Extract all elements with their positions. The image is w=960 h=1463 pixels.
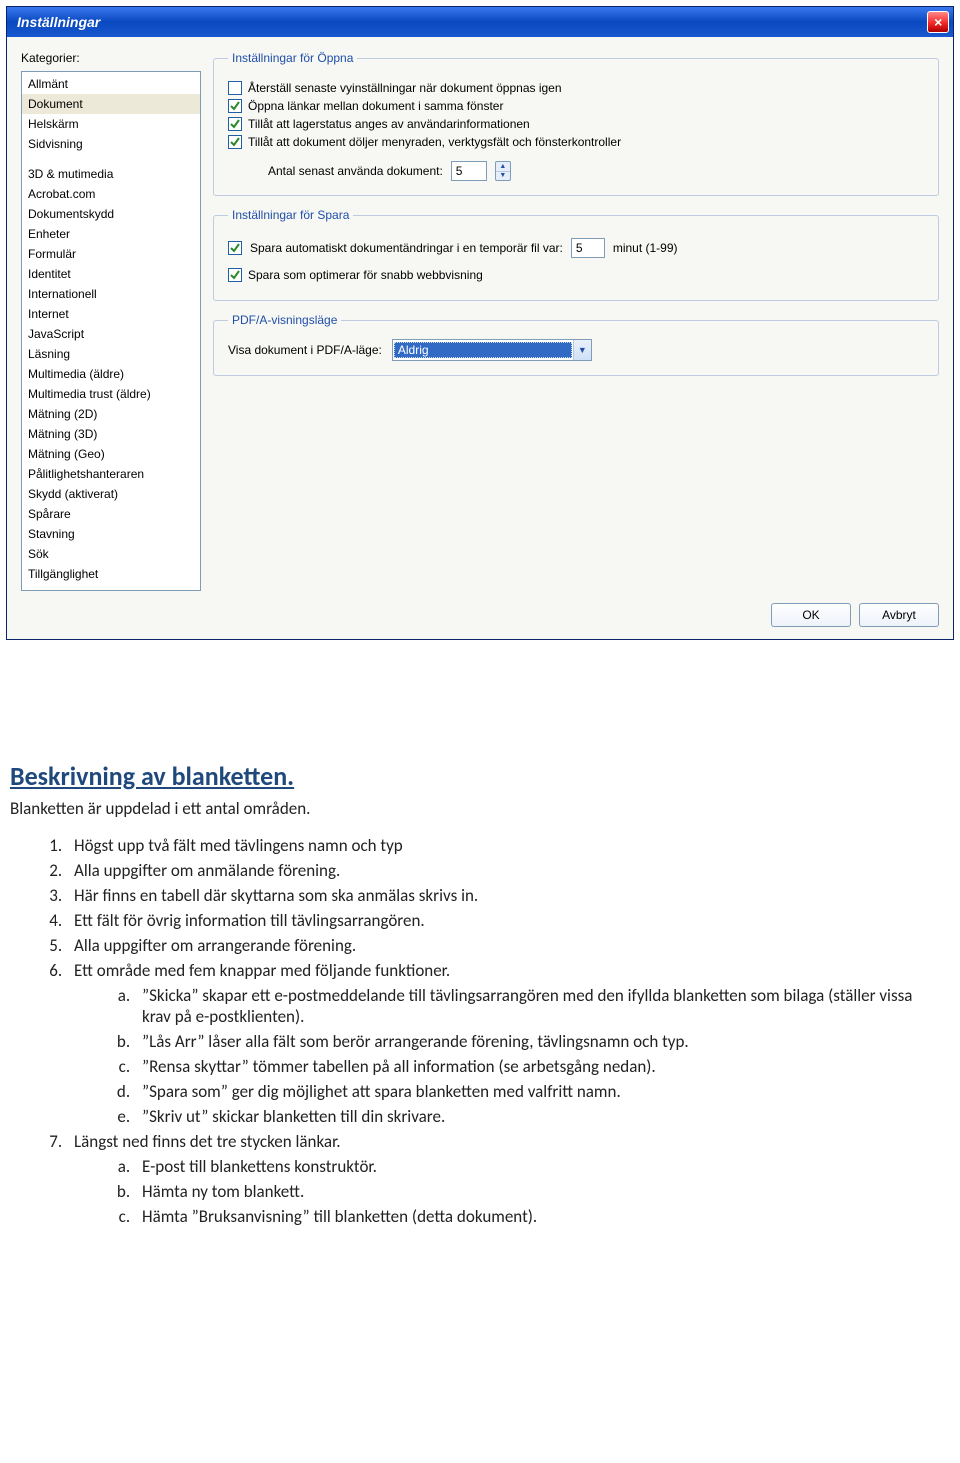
doc-sublist-item: ”Skriv ut” skickar blanketten till din s…	[134, 1106, 940, 1127]
doc-list-item: Alla uppgifter om anmälande förening.	[66, 860, 940, 881]
spinner-down-icon[interactable]: ▼	[496, 172, 510, 181]
list-separator	[22, 154, 200, 164]
autosave-unit-label: minut (1-99)	[613, 241, 678, 255]
doc-intro: Blanketten är uppdelad i ett antal områd…	[10, 798, 940, 819]
hide-menubar-checkbox[interactable]	[228, 135, 242, 149]
restore-view-checkbox[interactable]	[228, 81, 242, 95]
sidebar: Kategorier: AllmäntDokumentHelskärmSidvi…	[21, 51, 201, 591]
spinner-up-icon[interactable]: ▲	[496, 162, 510, 172]
category-item[interactable]: JavaScript	[22, 324, 200, 344]
save-settings-group: Inställningar för Spara Spara automatisk…	[213, 208, 939, 301]
doc-sublist-item: ”Lås Arr” låser alla fält som berör arra…	[134, 1031, 940, 1052]
cancel-button[interactable]: Avbryt	[859, 603, 939, 627]
doc-list-item: Alla uppgifter om arrangerande förening.	[66, 935, 940, 956]
category-item[interactable]: Acrobat.com	[22, 184, 200, 204]
category-item[interactable]: Internationell	[22, 284, 200, 304]
doc-list-item: Ett område med fem knappar med följande …	[66, 960, 940, 1127]
recent-docs-spinner[interactable]: ▲ ▼	[495, 161, 511, 181]
autosave-checkbox[interactable]	[228, 241, 242, 255]
ok-button[interactable]: OK	[771, 603, 851, 627]
category-item[interactable]: Helskärm	[22, 114, 200, 134]
category-item[interactable]: Pålitlighetshanteraren	[22, 464, 200, 484]
category-item[interactable]: Sök	[22, 544, 200, 564]
open-links-checkbox[interactable]	[228, 99, 242, 113]
open-links-row: Öppna länkar mellan dokument i samma fön…	[228, 99, 924, 113]
category-item[interactable]: Skydd (aktiverat)	[22, 484, 200, 504]
doc-list-item: Högst upp två fält med tävlingens namn o…	[66, 835, 940, 856]
document-body: Beskrivning av blanketten. Blanketten är…	[0, 640, 960, 1251]
category-item[interactable]: Dokumentskydd	[22, 204, 200, 224]
chevron-down-icon: ▼	[573, 340, 591, 360]
layer-status-row: Tillåt att lagerstatus anges av användar…	[228, 117, 924, 131]
doc-sublist-item: E-post till blankettens konstruktör.	[134, 1156, 940, 1177]
close-button[interactable]: ×	[927, 11, 949, 33]
category-item[interactable]: Identitet	[22, 264, 200, 284]
category-item[interactable]: Stavning	[22, 524, 200, 544]
category-item[interactable]: Mätning (2D)	[22, 404, 200, 424]
doc-sublist-item: ”Skicka” skapar ett e-postmeddelande til…	[134, 985, 940, 1027]
doc-sublist-item: ”Spara som” ger dig möjlighet att spara …	[134, 1081, 940, 1102]
open-links-label: Öppna länkar mellan dokument i samma fön…	[248, 99, 503, 113]
fast-web-row: Spara som optimerar för snabb webbvisnin…	[228, 268, 924, 282]
open-group-legend: Inställningar för Öppna	[228, 51, 357, 65]
category-item[interactable]: Allmänt	[22, 74, 200, 94]
open-settings-group: Inställningar för Öppna Återställ senast…	[213, 51, 939, 196]
window-title: Inställningar	[17, 14, 100, 30]
category-item[interactable]: Mätning (3D)	[22, 424, 200, 444]
layer-status-label: Tillåt att lagerstatus anges av användar…	[248, 117, 530, 131]
pdfa-group-legend: PDF/A-visningsläge	[228, 313, 341, 327]
category-item[interactable]: Internet	[22, 304, 200, 324]
category-item[interactable]: Läsning	[22, 344, 200, 364]
category-item[interactable]: Mätning (Geo)	[22, 444, 200, 464]
doc-list-item: Här finns en tabell där skyttarna som sk…	[66, 885, 940, 906]
hide-menubar-row: Tillåt att dokument döljer menyraden, ve…	[228, 135, 924, 149]
close-icon: ×	[934, 14, 942, 30]
doc-list-item: Ett fält för övrig information till tävl…	[66, 910, 940, 931]
settings-panel: Inställningar för Öppna Återställ senast…	[213, 51, 939, 591]
doc-sublist-item: Hämta ny tom blankett.	[134, 1181, 940, 1202]
restore-view-row: Återställ senaste vyinställningar när do…	[228, 81, 924, 95]
window-body: Kategorier: AllmäntDokumentHelskärmSidvi…	[7, 37, 953, 639]
doc-sublist-item: Hämta ”Bruksanvisning” till blanketten (…	[134, 1206, 940, 1227]
category-item[interactable]: Tillgänglighet	[22, 564, 200, 584]
save-group-legend: Inställningar för Spara	[228, 208, 353, 222]
category-item[interactable]: Formulär	[22, 244, 200, 264]
fast-web-label: Spara som optimerar för snabb webbvisnin…	[248, 268, 483, 282]
category-item[interactable]: Enheter	[22, 224, 200, 244]
dialog-buttons: OK Avbryt	[21, 603, 939, 627]
pdfa-mode-select[interactable]: Aldrig ▼	[392, 339, 592, 361]
doc-sublist: E-post till blankettens konstruktör. Hämt…	[74, 1156, 940, 1227]
pdfa-mode-label: Visa dokument i PDF/A-läge:	[228, 343, 382, 357]
category-item[interactable]: Sidvisning	[22, 134, 200, 154]
autosave-label: Spara automatiskt dokumentändringar i en…	[250, 241, 563, 255]
titlebar: Inställningar ×	[7, 7, 953, 37]
pdfa-mode-value: Aldrig	[394, 342, 572, 358]
doc-sublist-item: ”Rensa skyttar” tömmer tabellen på all i…	[134, 1056, 940, 1077]
autosave-row: Spara automatiskt dokumentändringar i en…	[228, 238, 924, 258]
settings-window: Inställningar × Kategorier: AllmäntDokum…	[6, 6, 954, 640]
category-item[interactable]: 3D & mutimedia	[22, 164, 200, 184]
category-item[interactable]: Multimedia trust (äldre)	[22, 384, 200, 404]
hide-menubar-label: Tillåt att dokument döljer menyraden, ve…	[248, 135, 621, 149]
category-item[interactable]: Dokument	[22, 94, 200, 114]
categories-label: Kategorier:	[21, 51, 201, 65]
autosave-minutes-input[interactable]	[571, 238, 605, 258]
layer-status-checkbox[interactable]	[228, 117, 242, 131]
recent-docs-input[interactable]	[451, 161, 487, 181]
categories-listbox[interactable]: AllmäntDokumentHelskärmSidvisning 3D & mu…	[21, 71, 201, 591]
category-item[interactable]: Spårare	[22, 504, 200, 524]
recent-docs-label: Antal senast använda dokument:	[268, 164, 443, 178]
recent-docs-row: Antal senast använda dokument: ▲ ▼	[268, 161, 924, 181]
fast-web-checkbox[interactable]	[228, 268, 242, 282]
category-item[interactable]: Multimedia (äldre)	[22, 364, 200, 384]
doc-sublist: ”Skicka” skapar ett e-postmeddelande til…	[74, 985, 940, 1127]
restore-view-label: Återställ senaste vyinställningar när do…	[248, 81, 562, 95]
pdfa-group: PDF/A-visningsläge Visa dokument i PDF/A…	[213, 313, 939, 376]
doc-heading: Beskrivning av blanketten.	[10, 760, 940, 792]
doc-main-list: Högst upp två fält med tävlingens namn o…	[10, 835, 940, 1227]
doc-list-item: Längst ned finns det tre stycken länkar.…	[66, 1131, 940, 1227]
